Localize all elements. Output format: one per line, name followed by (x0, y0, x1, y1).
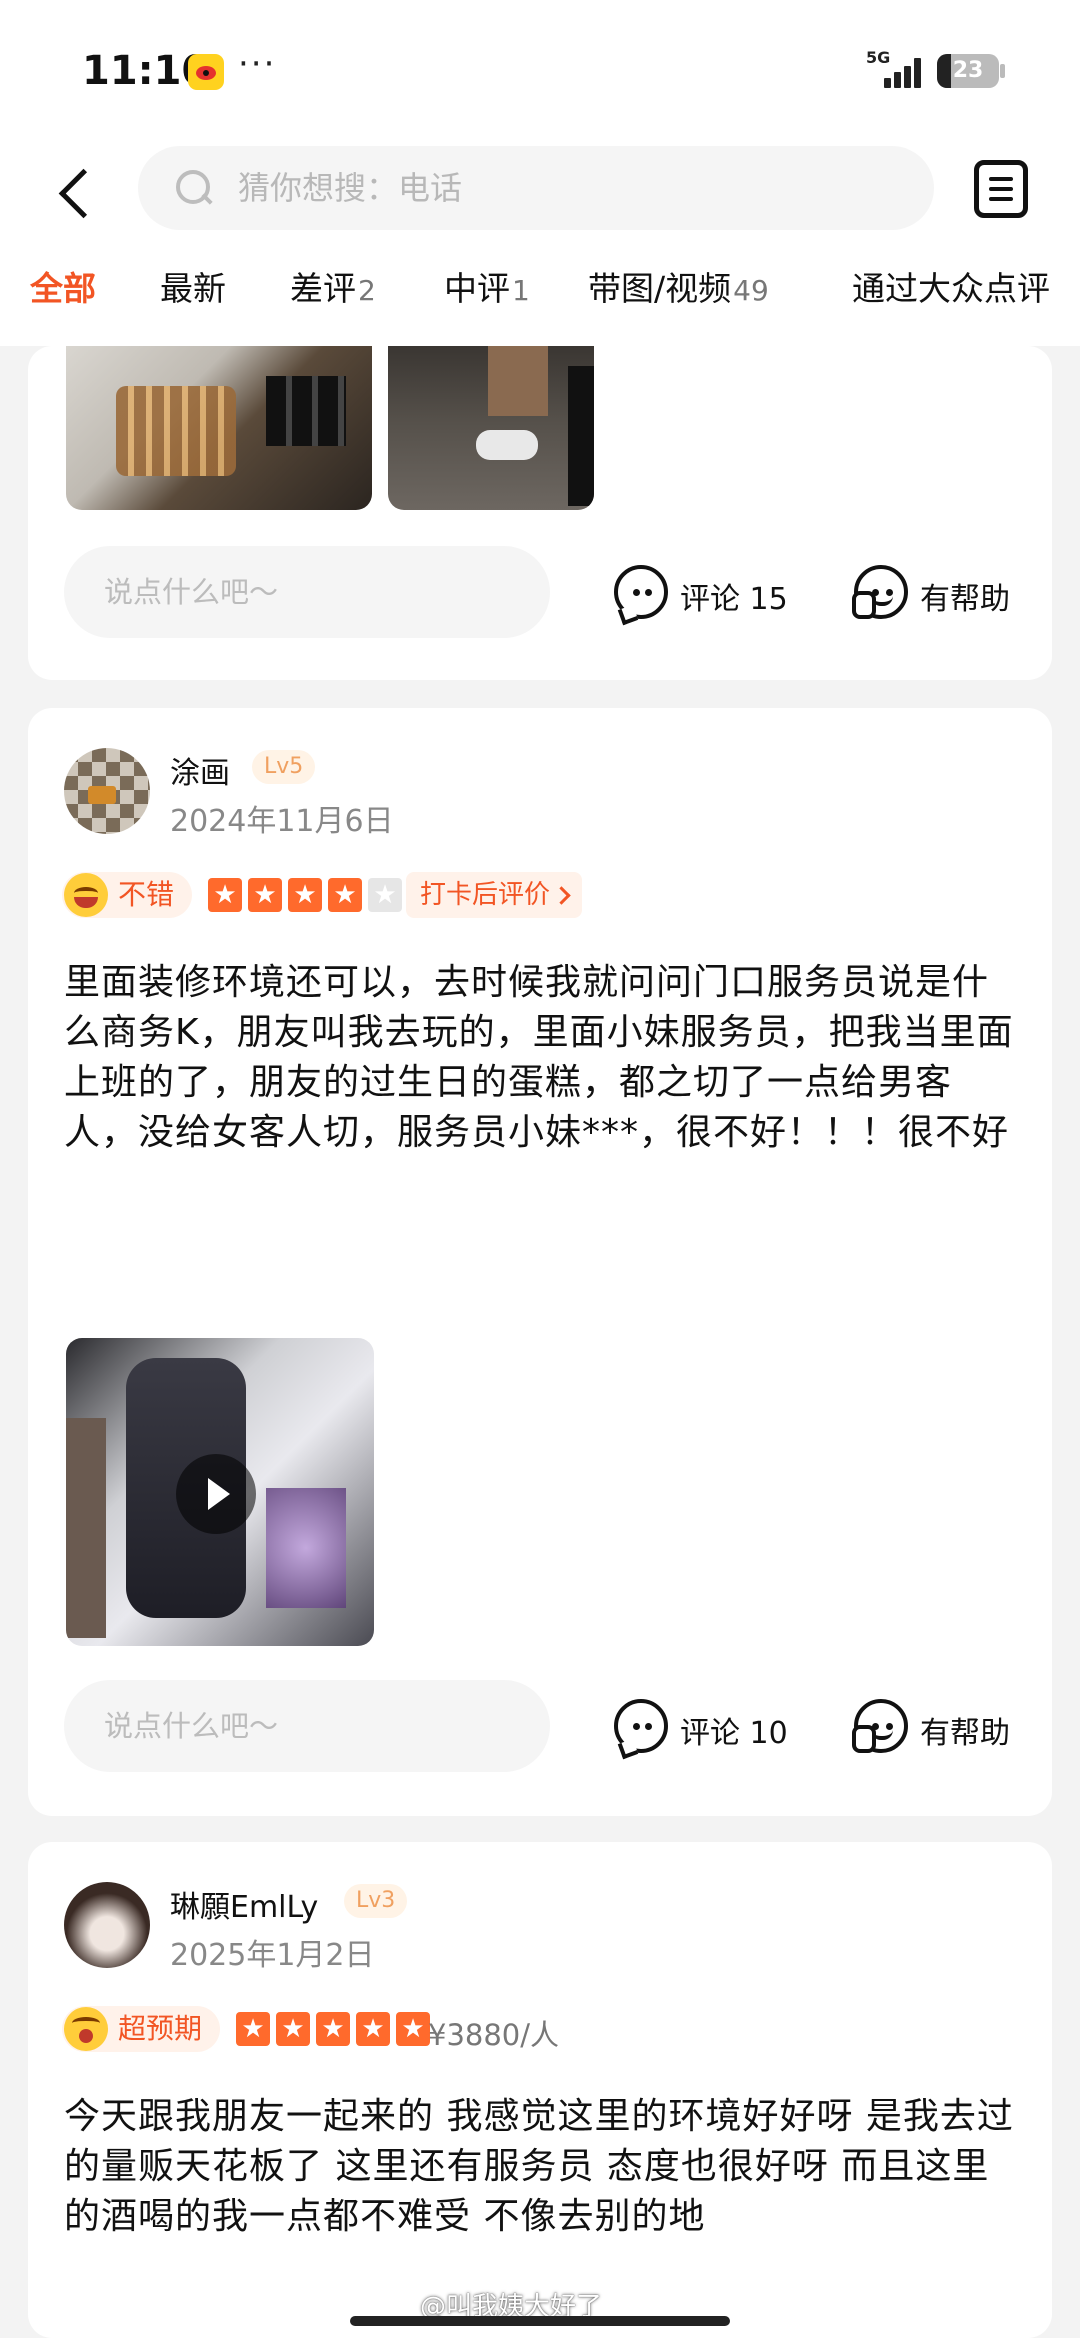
review-date: 2024年11月6日 (170, 804, 394, 839)
comment-icon[interactable] (614, 1699, 668, 1753)
star-icon: ★ (328, 878, 362, 912)
status-bar: 11:10 ··· 5G 23 (0, 0, 1080, 140)
star-icon: ★ (396, 2012, 430, 2046)
star-icon: ★ (208, 878, 242, 912)
tab-neutral[interactable]: 中评1 (444, 262, 530, 310)
comment-input[interactable]: 说点什么吧～ (64, 1680, 550, 1772)
username[interactable]: 涂画 (170, 748, 230, 792)
avatar[interactable] (64, 748, 150, 834)
battery-level: 23 (952, 58, 984, 83)
helpful-icon[interactable] (852, 1699, 908, 1753)
search-icon (174, 168, 214, 208)
price-per-person: ¥3880/人 (428, 2018, 560, 2052)
comment-input[interactable]: 说点什么吧～ (64, 546, 550, 638)
battery-icon: 23 (937, 54, 999, 88)
helpful-icon[interactable] (852, 565, 908, 619)
play-icon[interactable] (176, 1454, 256, 1534)
star-icon: ★ (276, 2012, 310, 2046)
star-icon: ★ (236, 2012, 270, 2046)
tab-negative[interactable]: 差评2 (290, 262, 376, 310)
comment-placeholder: 说点什么吧～ (104, 1709, 279, 1743)
tab-with-media[interactable]: 带图/视频49 (588, 262, 769, 310)
filter-tabs: 全部 最新 差评2 中评1 带图/视频49 通过大众点评 (0, 230, 1080, 346)
document-icon[interactable] (974, 160, 1028, 218)
home-indicator[interactable] (350, 2316, 730, 2326)
helpful-button[interactable]: 有帮助 (920, 574, 1010, 618)
tab-via-dianping[interactable]: 通过大众点评 (852, 262, 1050, 310)
review-text: 里面装修环境还可以，去时候我就问问门口服务员说是什么商务K，朋友叫我去玩的，里面… (64, 962, 1014, 1153)
signal-icon (880, 54, 924, 88)
review-photo[interactable] (388, 346, 594, 510)
review-card: 涂画 Lv5 2024年11月6日 不错 ★ ★ ★ ★ ★ 打卡后评价 里面装修环境还… (28, 708, 1052, 1816)
more-notifications-indicator: ··· (238, 44, 277, 84)
level-badge: Lv3 (344, 1884, 408, 1918)
review-card: 琳願EmlLy Lv3 2025年1月2日 超预期 ★ ★ ★ ★ ★ ¥3880/人 … (28, 1842, 1052, 2338)
review-date: 2025年1月2日 (170, 1938, 375, 1973)
rating-tag: 超预期 (62, 2006, 221, 2052)
comment-count[interactable]: 评论 10 (680, 1708, 788, 1752)
search-placeholder: 猜你想搜：电话 (238, 169, 463, 207)
avatar[interactable] (64, 1882, 150, 1968)
helpful-button[interactable]: 有帮助 (920, 1708, 1010, 1752)
star-icon: ★ (356, 2012, 390, 2046)
review-video[interactable] (66, 1338, 374, 1646)
grin-emoji-icon (64, 873, 108, 917)
weibo-notification-icon (188, 54, 224, 90)
tab-all[interactable]: 全部 (30, 262, 96, 310)
search-input[interactable]: 猜你想搜：电话 (138, 146, 934, 230)
level-badge: Lv5 (252, 750, 316, 784)
shocked-emoji-icon (64, 2007, 108, 2051)
rating-tag: 不错 (62, 872, 193, 918)
review-card-previous: 说点什么吧～ 评论 15 有帮助 (28, 346, 1052, 680)
comment-placeholder: 说点什么吧～ (104, 575, 279, 609)
star-icon: ★ (316, 2012, 350, 2046)
star-icon: ★ (368, 878, 402, 912)
review-text: 今天跟我朋友一起来的 我感觉这里的环境好好呀 是我去过的量贩天花板了 这里还有服… (64, 2096, 1014, 2237)
username[interactable]: 琳願EmlLy (170, 1882, 318, 1926)
star-icon: ★ (248, 878, 282, 912)
battery-tip (1000, 64, 1005, 78)
back-button[interactable] (48, 158, 108, 228)
tab-latest[interactable]: 最新 (160, 262, 226, 310)
star-icon: ★ (288, 878, 322, 912)
comment-count[interactable]: 评论 15 (680, 574, 788, 618)
checkin-review-link[interactable]: 打卡后评价 (406, 872, 583, 918)
comment-icon[interactable] (614, 565, 668, 619)
review-photo[interactable] (66, 346, 372, 510)
